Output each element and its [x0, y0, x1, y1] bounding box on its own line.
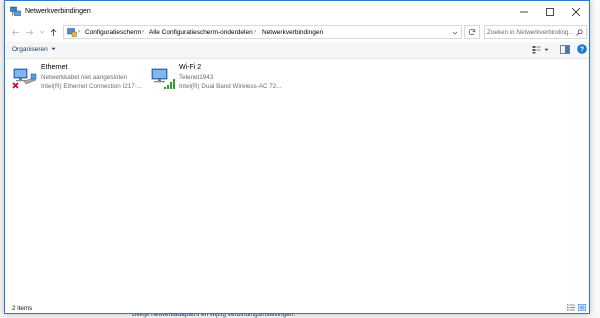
breadcrumb-separator: ›: [254, 29, 256, 35]
ethernet-disconnected-icon: [12, 65, 38, 91]
breadcrumb-network-connections[interactable]: Netwerkverbindingen: [262, 29, 323, 36]
window-title: Netwerkverbindingen: [25, 8, 91, 15]
search-input[interactable]: [487, 27, 573, 37]
organize-button[interactable]: Organiseren: [12, 46, 56, 53]
list-item-ethernet[interactable]: Ethernet Netwerkkabel niet aangesloten I…: [12, 64, 147, 94]
breadcrumb-control-panel[interactable]: Configuratiescherm: [85, 29, 141, 36]
help-icon[interactable]: ?: [577, 44, 587, 54]
maximize-button[interactable]: [537, 1, 563, 23]
maximize-icon: [546, 8, 554, 16]
large-icons-view-icon[interactable]: [578, 304, 586, 311]
search-box[interactable]: [484, 25, 587, 39]
chevron-down-icon: [51, 48, 56, 51]
connection-status: Netwerkkabel niet aangesloten: [41, 74, 128, 81]
connection-name: Wi-Fi 2: [179, 64, 202, 71]
minimize-button[interactable]: [511, 1, 537, 23]
network-connections-icon: [10, 6, 21, 17]
chevron-down-icon[interactable]: [452, 30, 458, 36]
list-item-wifi[interactable]: Wi-Fi 2 Telenet1943 Intel(R) Dual Band W…: [150, 64, 285, 94]
command-bar: Organiseren ?: [5, 42, 589, 59]
refresh-button[interactable]: [464, 25, 480, 39]
control-panel-icon: [67, 28, 77, 37]
background-page-bottom: [0, 314, 600, 318]
title-bar[interactable]: Netwerkverbindingen: [5, 1, 589, 23]
connections-list: Ethernet Netwerkkabel niet aangesloten I…: [5, 59, 589, 302]
breadcrumb-separator: ›: [78, 29, 80, 35]
connection-device: Intel(R) Ethernet Connection I217-...: [41, 83, 143, 90]
details-view-icon[interactable]: [567, 304, 575, 311]
breadcrumb-all-items[interactable]: Alle Configuratiescherm-onderdelen: [149, 29, 253, 36]
chevron-down-icon: [39, 30, 45, 34]
refresh-icon: [468, 28, 476, 36]
connection-device: Intel(R) Dual Band Wireless-AC 72...: [179, 83, 282, 90]
chevron-down-icon[interactable]: [544, 48, 549, 52]
close-button[interactable]: [563, 1, 589, 23]
arrow-left-icon: [11, 29, 19, 35]
connection-status: Telenet1943: [179, 74, 214, 81]
navigation-bar: › Configuratiescherm › Alle Configuratie…: [5, 23, 589, 41]
breadcrumb-separator: ›: [142, 29, 144, 35]
back-button[interactable]: [9, 26, 21, 38]
arrow-right-icon: [25, 29, 33, 35]
wifi-connected-icon: [150, 65, 176, 91]
up-button[interactable]: [47, 26, 59, 38]
change-view-icon[interactable]: [532, 45, 541, 54]
connection-name: Ethernet: [41, 64, 68, 71]
item-count: 2 items: [12, 305, 33, 312]
preview-pane-icon[interactable]: [560, 45, 570, 54]
forward-button[interactable]: [23, 26, 35, 38]
svg-text:?: ?: [580, 47, 584, 54]
status-bar: 2 items: [5, 302, 589, 313]
organize-label: Organiseren: [12, 46, 48, 53]
explorer-window: Netwerkverbindingen › Configuratiescherm…: [4, 0, 590, 314]
arrow-up-icon: [50, 28, 56, 36]
search-icon[interactable]: [576, 29, 583, 36]
background-page-right: [590, 0, 600, 318]
close-icon: [572, 8, 580, 16]
address-bar[interactable]: › Configuratiescherm › Alle Configuratie…: [63, 25, 462, 39]
minimize-icon: [520, 11, 528, 13]
